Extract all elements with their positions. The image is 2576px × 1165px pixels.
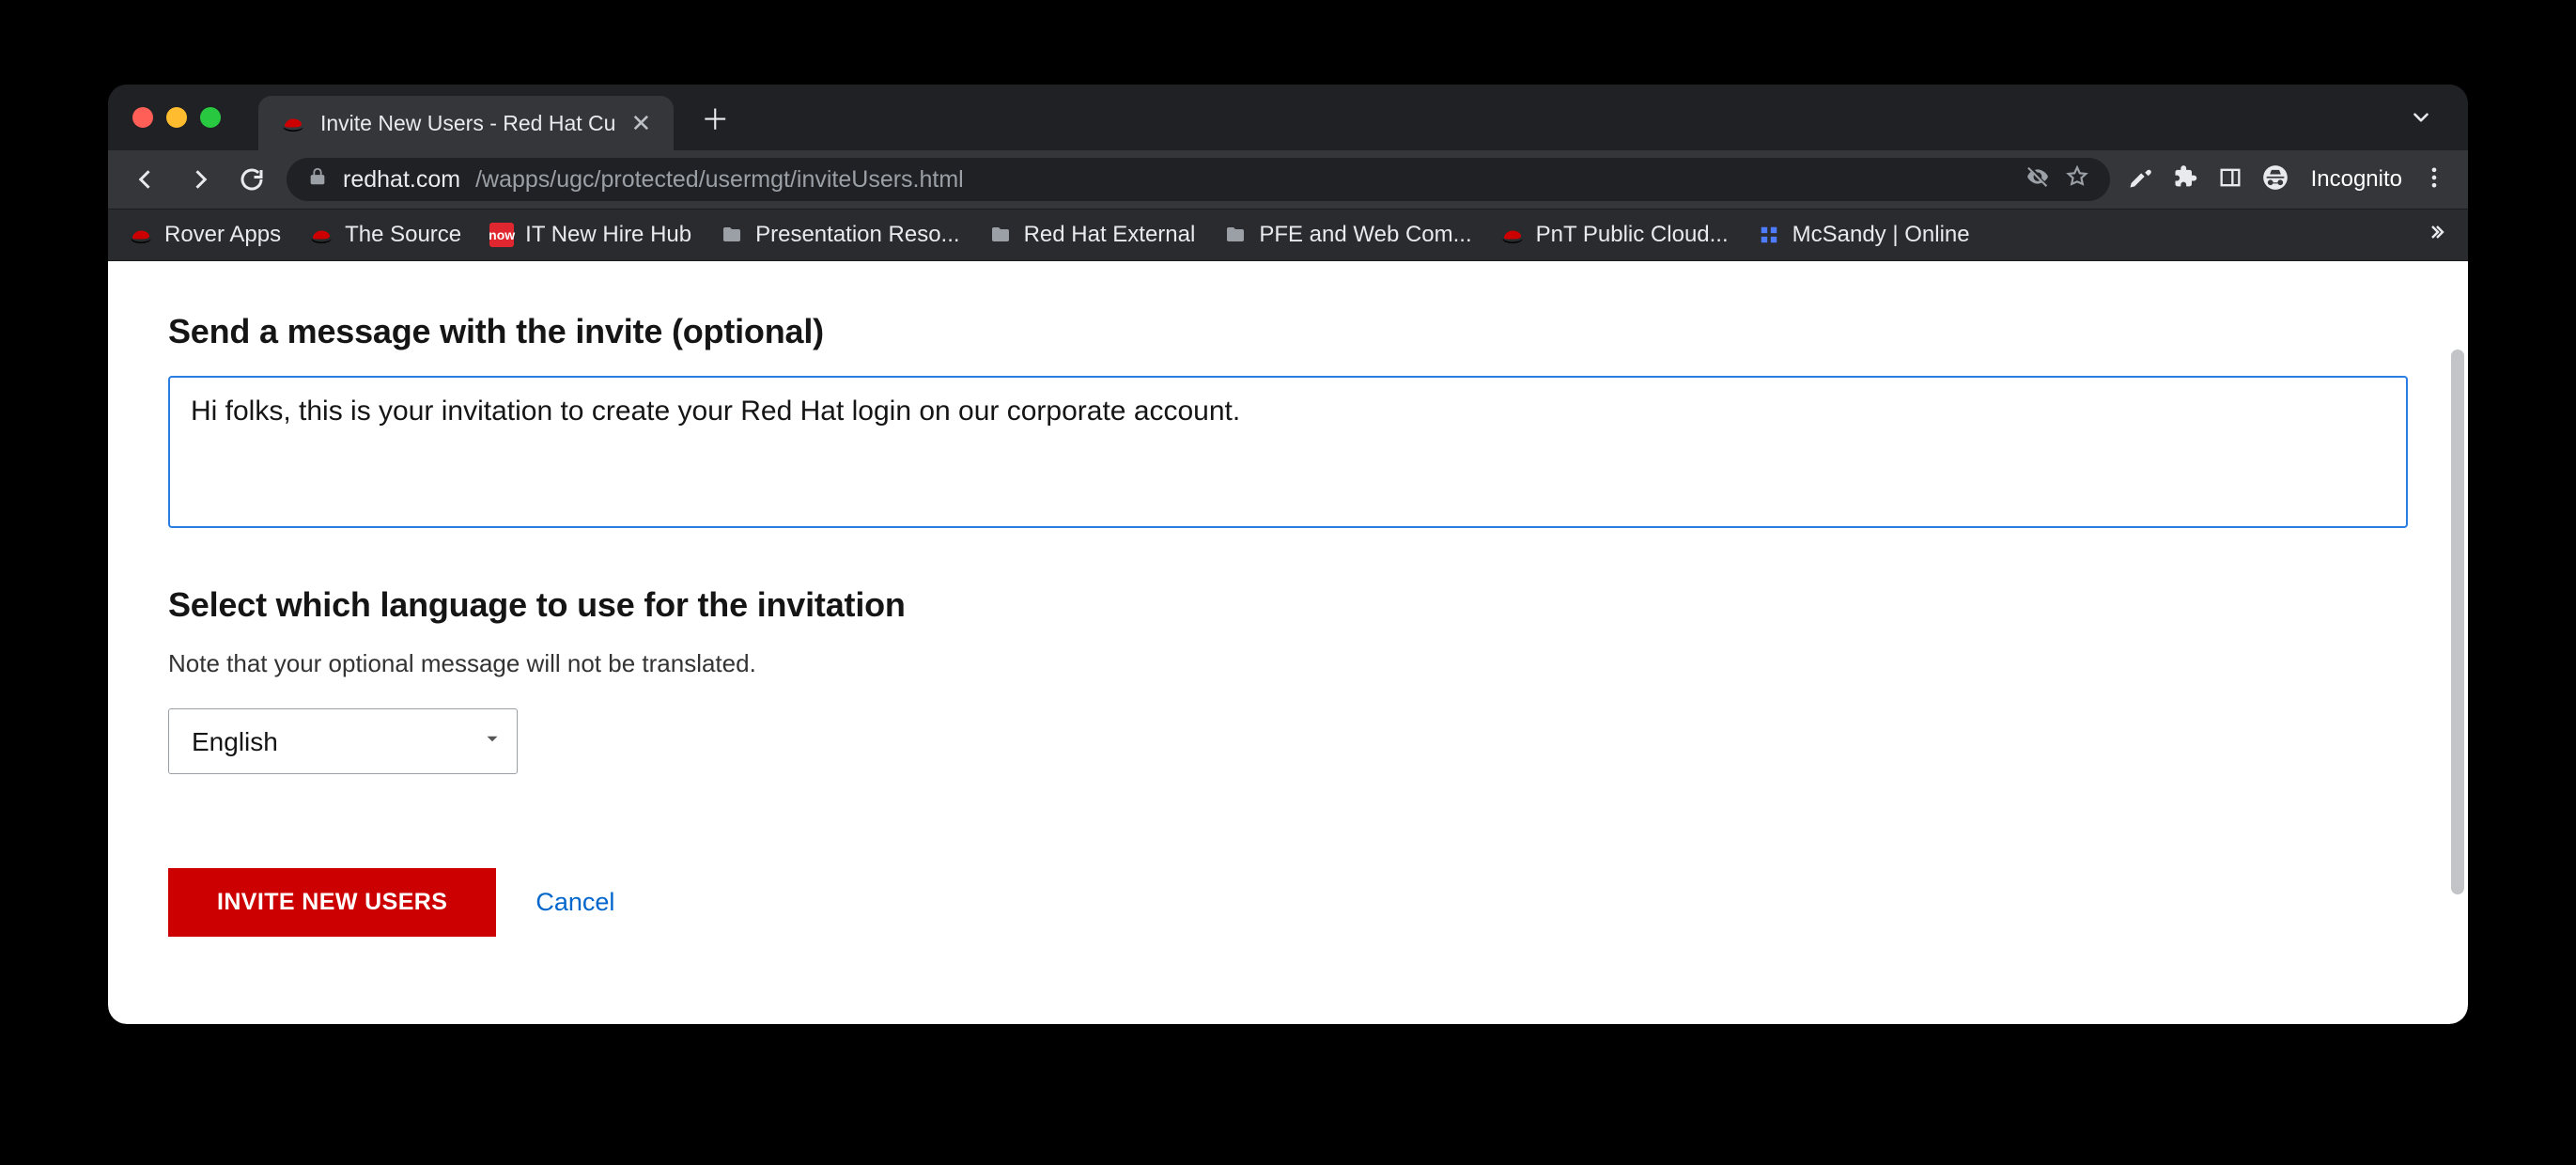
redhat-icon — [129, 223, 153, 247]
bookmark-label: Red Hat External — [1024, 222, 1196, 248]
eyedropper-icon[interactable] — [2127, 164, 2153, 195]
address-bar[interactable]: redhat.com/wapps/ugc/protected/usermgt/i… — [287, 158, 2110, 201]
language-note: Note that your optional message will not… — [168, 649, 2408, 678]
window-close-button[interactable] — [132, 107, 153, 128]
cancel-link[interactable]: Cancel — [535, 888, 614, 917]
bookmark-item[interactable]: PnT Public Cloud... — [1500, 222, 1729, 248]
invite-new-users-button[interactable]: INVITE NEW USERS — [168, 868, 496, 937]
bookmark-label: PFE and Web Com... — [1259, 222, 1471, 248]
language-select-wrap: English — [168, 708, 518, 774]
url-host: redhat.com — [343, 166, 460, 194]
page-scrollbar[interactable] — [2449, 261, 2466, 998]
bookmark-folder[interactable]: Presentation Reso... — [720, 222, 959, 248]
bookmark-item[interactable]: Rover Apps — [129, 222, 281, 248]
bookmark-label: Rover Apps — [164, 222, 281, 248]
bookmark-label: PnT Public Cloud... — [1536, 222, 1729, 248]
language-section-title: Select which language to use for the inv… — [168, 585, 2408, 625]
bookmark-folder[interactable]: PFE and Web Com... — [1223, 222, 1471, 248]
nav-back-button[interactable] — [129, 162, 164, 197]
folder-icon — [988, 223, 1013, 247]
screenshot-stage: Invite New Users - Red Hat Cu ✕ ＋ — [0, 0, 2576, 1165]
scrollbar-thumb[interactable] — [2451, 350, 2464, 894]
window-zoom-button[interactable] — [200, 107, 221, 128]
bookmark-label: The Source — [345, 222, 461, 248]
page-viewport: Send a message with the invite (optional… — [108, 261, 2468, 1024]
redhat-icon — [309, 223, 334, 247]
lock-icon — [307, 166, 328, 194]
window-traffic-lights — [132, 107, 221, 128]
star-icon[interactable] — [2065, 164, 2089, 195]
nav-forward-button[interactable] — [181, 162, 217, 197]
folder-icon — [1223, 223, 1248, 247]
tab-title: Invite New Users - Red Hat Cu — [320, 111, 615, 136]
redhat-favicon-icon — [281, 111, 305, 135]
invite-message-textarea[interactable] — [168, 376, 2408, 528]
bookmarks-bar: Rover Apps The Source now IT New Hire Hu… — [108, 209, 2468, 261]
folder-icon — [720, 223, 744, 247]
bookmark-folder[interactable]: Red Hat External — [988, 222, 1196, 248]
servicenow-icon: now — [489, 223, 514, 247]
incognito-label: Incognito — [2311, 166, 2402, 193]
browser-window: Invite New Users - Red Hat Cu ✕ ＋ — [108, 85, 2468, 1024]
bookmark-label: McSandy | Online — [1792, 222, 1970, 248]
window-minimize-button[interactable] — [166, 107, 187, 128]
browser-menu-icon[interactable] — [2421, 164, 2447, 195]
extensions-icon[interactable] — [2172, 164, 2198, 195]
toolbar-right: Incognito — [2127, 164, 2447, 195]
language-select[interactable]: English — [168, 708, 518, 774]
tab-close-icon[interactable]: ✕ — [630, 111, 651, 135]
message-section-title: Send a message with the invite (optional… — [168, 312, 2408, 351]
bookmark-item[interactable]: McSandy | Online — [1757, 222, 1970, 248]
new-tab-button[interactable]: ＋ — [694, 97, 736, 138]
eye-off-icon[interactable] — [2025, 164, 2050, 195]
bookmark-item[interactable]: The Source — [309, 222, 461, 248]
redhat-icon — [1500, 223, 1525, 247]
bookmark-item[interactable]: now IT New Hire Hub — [489, 222, 691, 248]
bookmark-label: IT New Hire Hub — [525, 222, 691, 248]
app-grid-icon — [1757, 223, 1781, 247]
nav-reload-button[interactable] — [234, 162, 270, 197]
bookmark-label: Presentation Reso... — [755, 222, 959, 248]
url-path: /wapps/ugc/protected/usermgt/inviteUsers… — [475, 166, 964, 194]
tabs-dropdown-icon[interactable] — [2400, 85, 2442, 150]
browser-tab-active[interactable]: Invite New Users - Red Hat Cu ✕ — [258, 96, 674, 150]
page-content: Send a message with the invite (optional… — [108, 261, 2468, 1024]
incognito-icon[interactable] — [2262, 164, 2289, 195]
tab-strip: Invite New Users - Red Hat Cu ✕ ＋ — [108, 85, 2468, 150]
sidepanel-icon[interactable] — [2217, 164, 2243, 195]
bookmarks-overflow-icon[interactable] — [2425, 221, 2447, 250]
browser-toolbar: redhat.com/wapps/ugc/protected/usermgt/i… — [108, 150, 2468, 209]
form-actions: INVITE NEW USERS Cancel — [168, 868, 2408, 937]
